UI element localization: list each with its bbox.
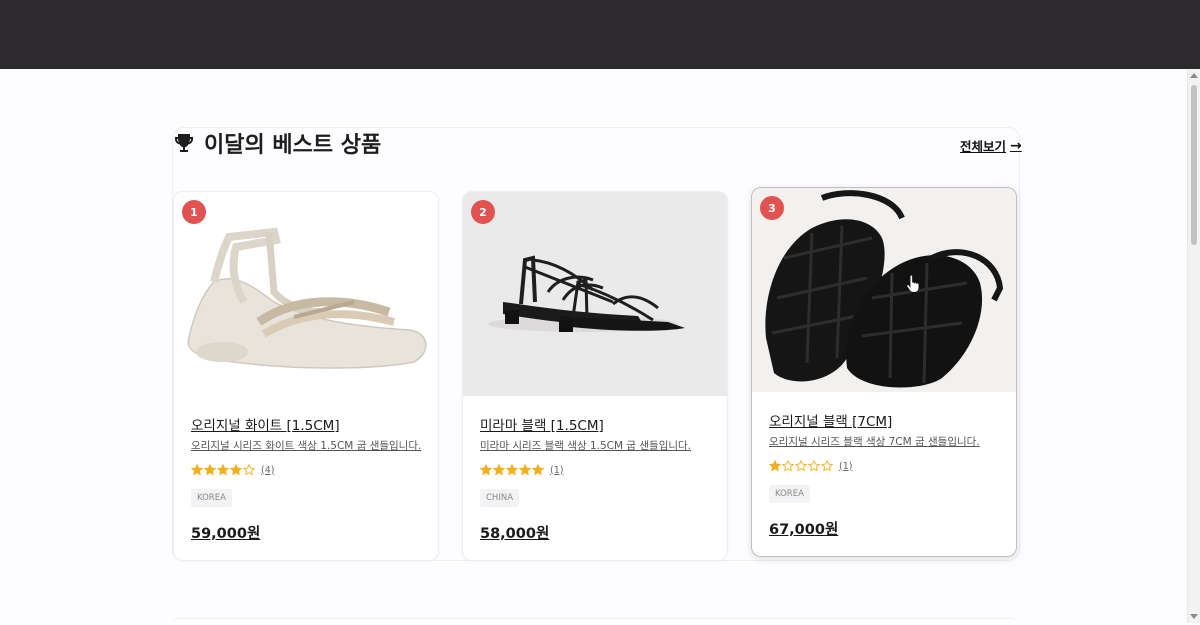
- star-empty-icon: [243, 464, 255, 476]
- view-all-label: 전체보기: [960, 139, 1007, 154]
- origin-tag: KOREA: [769, 485, 810, 503]
- star-filled-icon: [519, 464, 531, 476]
- product-image[interactable]: [463, 192, 727, 396]
- star-filled-icon: [769, 460, 781, 472]
- star-rating: [480, 464, 544, 476]
- next-section-edge: [172, 618, 1018, 625]
- review-count[interactable]: (1): [839, 461, 852, 472]
- star-rating: [191, 464, 255, 476]
- rank-badge: 3: [760, 196, 784, 220]
- rank-badge: 2: [471, 200, 495, 224]
- star-filled-icon: [230, 464, 242, 476]
- product-card[interactable]: 3 오리지널 블랙 [7CM] 오리지널 시리즈 블랙 색상 7CM 굽 샌들입…: [751, 187, 1017, 557]
- review-count[interactable]: (1): [550, 465, 563, 476]
- product-rating: (1): [769, 460, 852, 472]
- product-title[interactable]: 미라마 블랙 [1.5CM]: [480, 414, 604, 434]
- trophy-icon: [175, 134, 193, 152]
- product-description[interactable]: 미라마 시리즈 블랙 색상 1.5CM 굽 샌들입니다.: [480, 438, 691, 453]
- product-image[interactable]: [174, 192, 438, 396]
- star-filled-icon: [532, 464, 544, 476]
- view-all-link[interactable]: 전체보기 →: [960, 136, 1022, 155]
- star-filled-icon: [480, 464, 492, 476]
- product-rating: (4): [191, 464, 274, 476]
- product-price[interactable]: 67,000원: [769, 518, 838, 539]
- origin-tag: CHINA: [480, 489, 520, 507]
- section-title: 이달의 베스트 상품: [204, 133, 382, 158]
- star-filled-icon: [217, 464, 229, 476]
- star-rating: [769, 460, 833, 472]
- star-empty-icon: [795, 460, 807, 472]
- scroll-up-icon[interactable]: [1190, 73, 1198, 78]
- product-price[interactable]: 58,000원: [480, 522, 549, 543]
- rank-badge: 1: [182, 200, 206, 224]
- review-count[interactable]: (4): [261, 465, 274, 476]
- product-title[interactable]: 오리지널 블랙 [7CM]: [769, 410, 892, 430]
- product-image[interactable]: [752, 188, 1016, 392]
- section-heading: 이달의 베스트 상품: [172, 126, 381, 160]
- product-description[interactable]: 오리지널 시리즈 블랙 색상 7CM 굽 샌들입니다.: [769, 434, 980, 449]
- vertical-scrollbar[interactable]: [1187, 69, 1200, 623]
- origin-tag: KOREA: [191, 489, 232, 507]
- scroll-down-icon[interactable]: [1190, 614, 1198, 619]
- product-rating: (1): [480, 464, 563, 476]
- product-price[interactable]: 59,000원: [191, 522, 260, 543]
- product-card[interactable]: 1 오리지널 화이트 [1.5CM] 오리지널 시리즈 화이트 색상 1.5CM…: [173, 191, 439, 561]
- star-empty-icon: [808, 460, 820, 472]
- hand-pointer-icon: [906, 275, 920, 293]
- product-card[interactable]: 2 미라마 블랙 [1.5CM] 미라마 시리즈 블랙 색상 1.5CM 굽 샌…: [462, 191, 728, 561]
- star-empty-icon: [821, 460, 833, 472]
- star-filled-icon: [191, 464, 203, 476]
- product-description[interactable]: 오리지널 시리즈 화이트 색상 1.5CM 굽 샌들입니다.: [191, 438, 421, 453]
- star-empty-icon: [782, 460, 794, 472]
- star-filled-icon: [204, 464, 216, 476]
- star-filled-icon: [506, 464, 518, 476]
- scrollbar-thumb[interactable]: [1191, 85, 1197, 245]
- top-header-bar: [0, 0, 1200, 69]
- product-title[interactable]: 오리지널 화이트 [1.5CM]: [191, 414, 340, 434]
- star-filled-icon: [493, 464, 505, 476]
- arrow-right-icon: →: [1010, 137, 1022, 154]
